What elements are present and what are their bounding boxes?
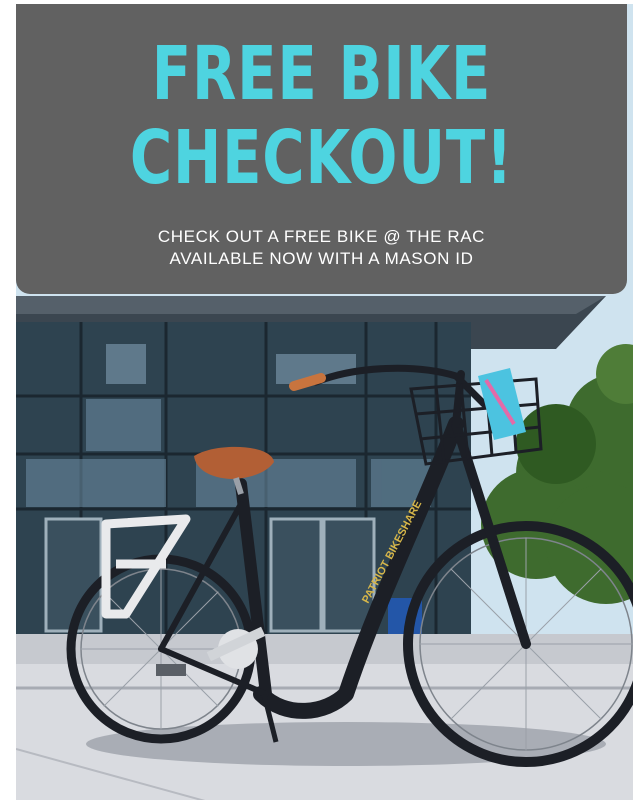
subheadline-line-2: AVAILABLE NOW WITH A MASON ID [169,249,474,268]
headline: FREE BIKE CHECKOUT! [83,32,560,200]
subheadline: CHECK OUT A FREE BIKE @ THE RAC AVAILABL… [16,226,627,270]
title-banner: FREE BIKE CHECKOUT! CHECK OUT A FREE BIK… [16,4,627,294]
subheadline-line-1: CHECK OUT A FREE BIKE @ THE RAC [157,227,486,246]
poster: PATRIOT BIKESHARE FREE BIKE CHECKOUT! CH… [16,4,633,800]
headline-line-2: CHECKOUT! [129,115,514,201]
headline-line-1: FREE BIKE [151,31,492,117]
